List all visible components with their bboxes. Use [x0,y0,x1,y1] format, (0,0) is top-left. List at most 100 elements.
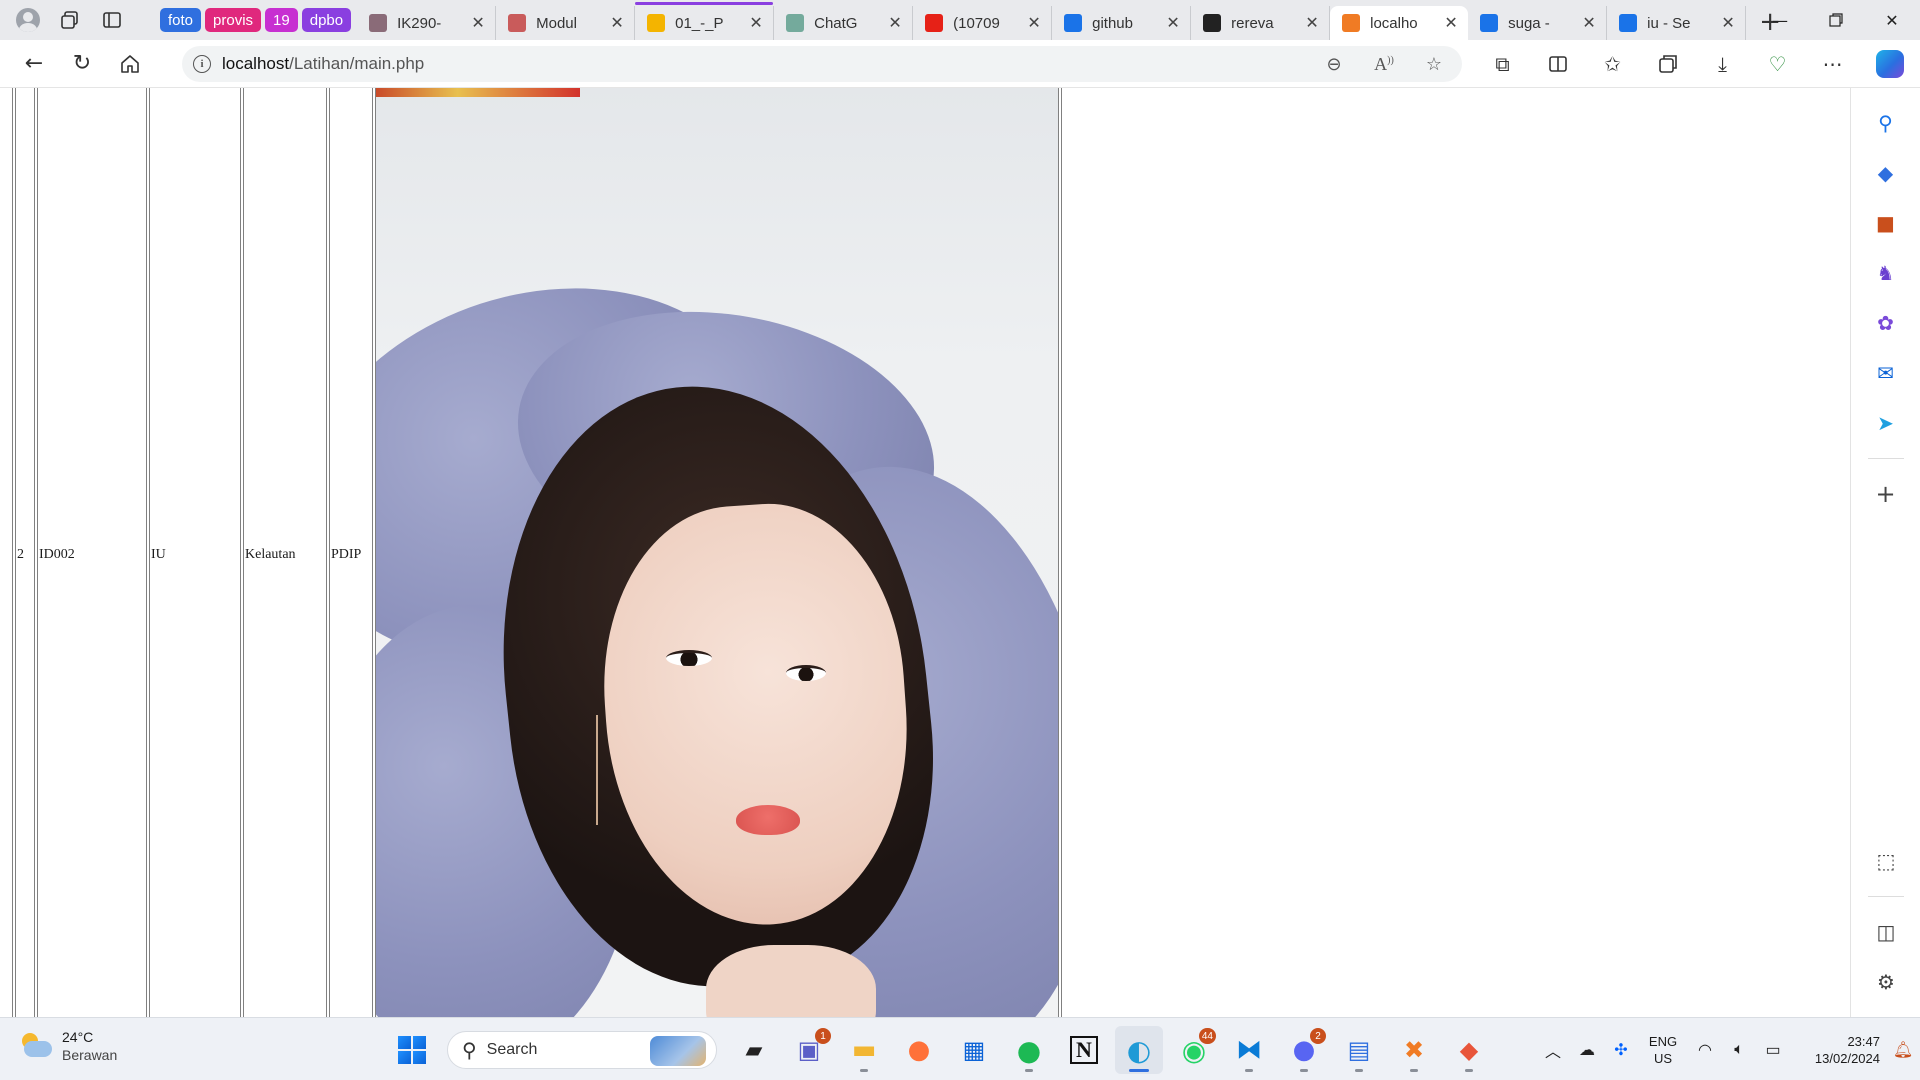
tab-group-chip[interactable]: foto [160,8,202,32]
vscode-app[interactable]: ⧓ [1225,1026,1273,1074]
close-tab-icon[interactable]: ✕ [1582,13,1596,33]
hide-sidebar-button[interactable]: ◫ [1866,912,1906,952]
close-tab-icon[interactable]: ✕ [471,13,485,33]
close-tab-icon[interactable]: ✕ [1027,13,1041,33]
cell-id: ID002 [37,88,147,1017]
profile-button[interactable] [10,5,46,35]
plus-icon: + [1875,480,1896,508]
tab[interactable]: Modul ✕ [496,6,636,40]
close-tab-icon[interactable]: ✕ [888,13,902,33]
address-bar[interactable]: i localhost/Latihan/main.php ⊖ A)) ☆ [182,46,1462,82]
tab[interactable]: 01_-_P ✕ [635,2,775,40]
site-info-button[interactable]: i [182,55,222,73]
edge-sidebar: ⚲ ◆ ■ ♞ ✿ ✉ ➤ + ⬚ ◫ ⚙ [1850,88,1920,1017]
favorites-button[interactable]: ✩ [1585,44,1640,84]
sidebar-add-button[interactable]: + [1866,474,1906,514]
git-diamond-icon: ◆ [1459,1036,1479,1064]
git-app[interactable]: ◆ [1445,1026,1493,1074]
downloads-button[interactable]: ⤓ [1695,44,1750,84]
tab[interactable]: IK290- ✕ [357,6,497,40]
tab[interactable]: rereva ✕ [1191,6,1331,40]
discord-app[interactable]: ● 2 [1280,1026,1328,1074]
battery-icon[interactable]: ▭ [1756,1040,1790,1060]
onedrive-offline-icon[interactable]: ☁ [1570,1040,1604,1060]
notepad-app[interactable]: ▤ [1335,1026,1383,1074]
home-button[interactable] [106,44,154,84]
screenshot-button[interactable]: ⬚ [1866,841,1906,881]
minimize-button[interactable]: — [1752,0,1808,40]
back-button[interactable]: ← [10,44,58,84]
tab-group-chip[interactable]: dpbo [301,8,352,32]
sidebar-search-button[interactable]: ⚲ [1866,103,1906,143]
store-app[interactable]: ▦ [950,1026,998,1074]
teams-app[interactable]: ▣ 1 [785,1026,833,1074]
taskbar-search[interactable]: ⚲ Search [447,1031,717,1069]
zoom-out-icon[interactable]: ⊖ [1316,54,1352,75]
sidebar-send-button[interactable]: ➤ [1866,403,1906,443]
clock[interactable]: 23:47 13/02/2024 [1790,1033,1880,1067]
extensions-button[interactable]: ⧉ [1475,44,1530,84]
close-tab-icon[interactable]: ✕ [1444,13,1458,33]
neck [706,945,876,1017]
workspaces-button[interactable] [52,5,88,35]
chess-piece-icon: ♞ [1876,261,1895,285]
tab[interactable]: (10709 ✕ [913,6,1053,40]
sidebar-settings-button[interactable]: ⚙ [1866,962,1906,1002]
close-tab-icon[interactable]: ✕ [610,13,624,33]
tab-active[interactable]: localho ✕ [1330,6,1469,40]
close-tab-icon[interactable]: ✕ [1305,13,1319,33]
firefox-app[interactable]: ● [895,1026,943,1074]
refresh-button[interactable]: ↻ [58,44,106,84]
clock-time: 23:47 [1847,1033,1880,1049]
favorite-star-icon[interactable]: ☆ [1416,54,1452,75]
start-button[interactable] [388,1026,436,1074]
search-icon [1064,14,1083,32]
clock-date: 13/02/2024 [1814,1050,1880,1066]
weather-widget[interactable]: 24°C Berawan [18,1028,117,1064]
notion-app[interactable]: N [1060,1026,1108,1074]
store-bag-icon: ▦ [962,1036,986,1064]
folder-icon: ▬ [851,1035,877,1065]
tab-group-chip[interactable]: provis [205,8,262,32]
restore-button[interactable] [1808,0,1864,40]
sidebar-m365-button[interactable]: ✿ [1866,303,1906,343]
copilot-button[interactable] [1860,44,1920,84]
file-explorer-app[interactable]: ▬ [840,1026,888,1074]
language-indicator[interactable]: ENG US [1638,1033,1688,1067]
dropbox-icon[interactable]: ✣ [1604,1040,1638,1060]
tab-group-chip[interactable]: 19 [265,8,298,32]
volume-icon[interactable]: 🔈︎ [1722,1041,1756,1059]
cell-no: 2 [15,88,35,1017]
url-text[interactable]: localhost/Latihan/main.php [222,54,424,74]
tab-label: github [1092,14,1133,32]
tab[interactable]: ChatG ✕ [774,6,914,40]
sidebar-tools-button[interactable]: ■ [1866,203,1906,243]
whatsapp-app[interactable]: ◉ 44 [1170,1026,1218,1074]
wifi-icon[interactable]: ◠ [1688,1040,1722,1060]
split-screen-button[interactable] [1530,44,1585,84]
tab-actions-button[interactable] [94,5,130,35]
collections-button[interactable] [1640,44,1695,84]
close-tab-icon[interactable]: ✕ [1721,13,1735,33]
task-view-button[interactable]: ▰ [730,1026,778,1074]
tab[interactable]: iu - Se ✕ [1607,6,1747,40]
close-window-button[interactable]: ✕ [1864,0,1920,40]
sidebar-shopping-button[interactable]: ◆ [1866,153,1906,193]
close-tab-icon[interactable]: ✕ [1166,13,1180,33]
browser-essentials-button[interactable]: ♡ [1750,44,1805,84]
xampp-app[interactable]: ✖ [1390,1026,1438,1074]
edge-app[interactable]: ◐ [1115,1026,1163,1074]
settings-more-button[interactable]: ⋯ [1805,44,1860,84]
split-screen-icon [1548,56,1567,72]
tab[interactable]: suga - ✕ [1468,6,1608,40]
read-aloud-icon[interactable]: A)) [1366,54,1402,75]
spotify-app[interactable]: ● [1005,1026,1053,1074]
tab[interactable]: github ✕ [1052,6,1192,40]
tab-groups: foto provis 19 dpbo [160,8,352,32]
notification-bell-icon[interactable]: 🔔︎ [1886,1040,1920,1060]
close-tab-icon[interactable]: ✕ [749,13,763,33]
sidebar-games-button[interactable]: ♞ [1866,253,1906,293]
window-controls: — ✕ [1752,0,1920,40]
show-hidden-icons-chevron-icon[interactable]: ︿ [1536,1038,1570,1062]
sidebar-outlook-button[interactable]: ✉ [1866,353,1906,393]
